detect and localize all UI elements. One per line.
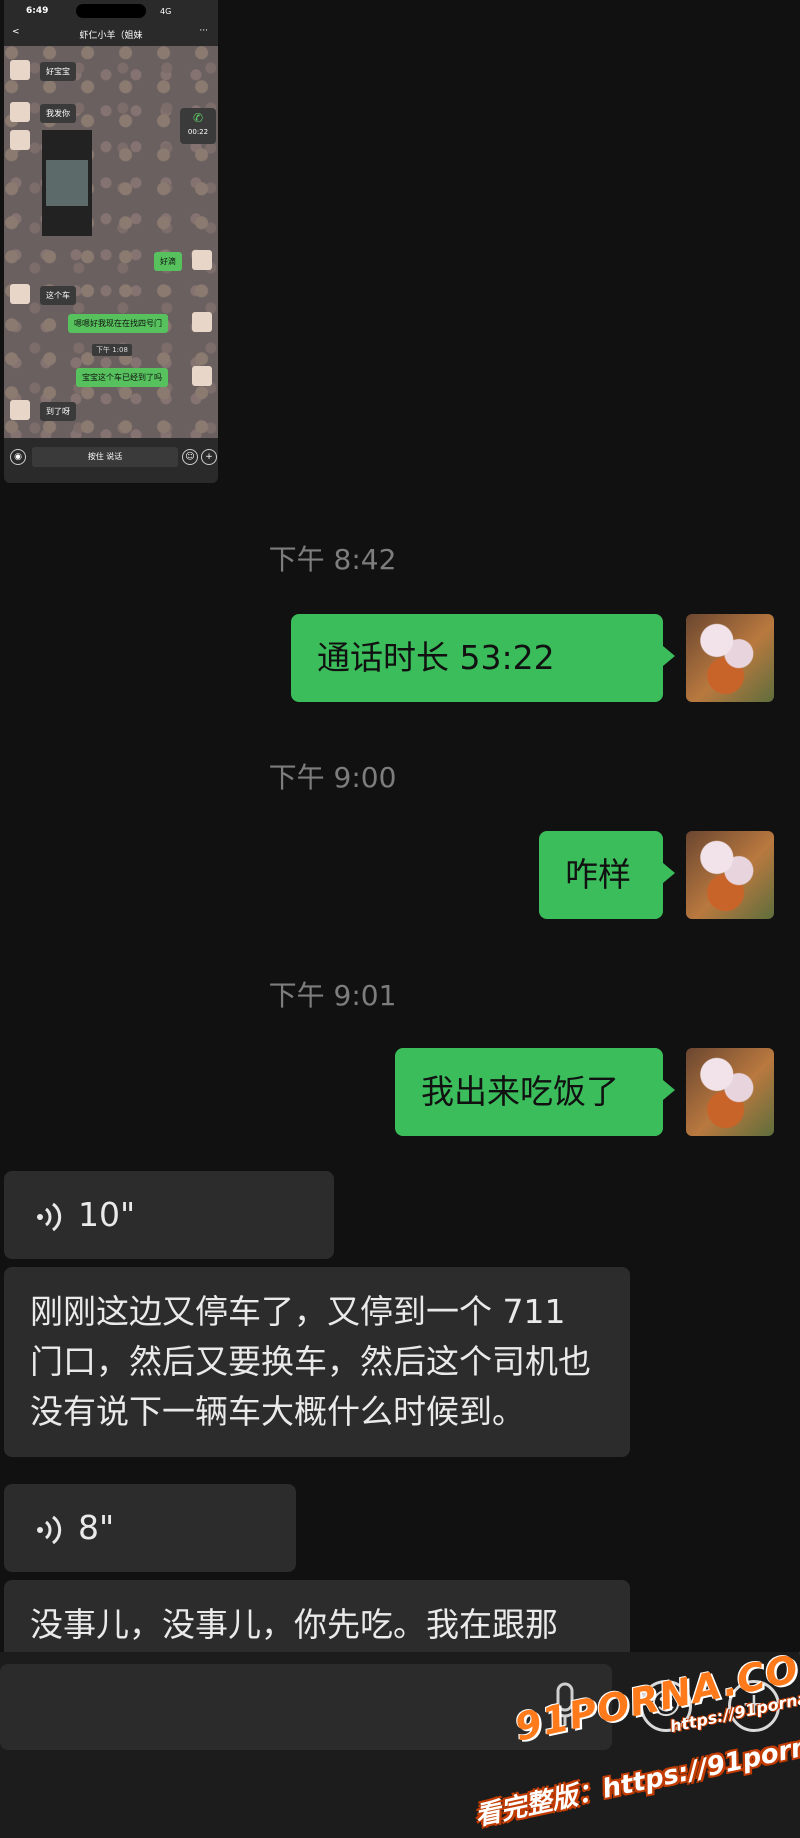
- avatar: [10, 60, 30, 80]
- user-avatar[interactable]: [686, 1048, 774, 1136]
- status-bar: 6:49 4G: [4, 0, 218, 22]
- voice-message[interactable]: 8": [4, 1484, 296, 1572]
- voice-message[interactable]: 10": [4, 1171, 334, 1259]
- received-message[interactable]: 刚刚这边又停车了，又停到一个 711 门口，然后又要换车，然后这个司机也没有说下…: [4, 1267, 630, 1457]
- signal-indicator: 4G: [160, 7, 172, 16]
- message-bubble: 好宝宝: [40, 62, 76, 81]
- message-bubble: 这个车: [40, 286, 76, 305]
- call-duration: 00:22: [187, 128, 209, 136]
- status-time: 6:49: [26, 6, 49, 16]
- voice-duration: 8": [78, 1508, 115, 1547]
- call-duration-label: 通话时长 53:22: [317, 638, 555, 677]
- message-bubble: 宝宝这个车已经到了吗: [76, 368, 168, 387]
- plus-icon[interactable]: +: [201, 449, 217, 465]
- voice-duration: 10": [78, 1195, 136, 1234]
- hold-to-talk-button[interactable]: 按住 说话: [32, 447, 178, 467]
- voice-wave-icon: [37, 1515, 62, 1544]
- chat-header: < 虾仁小羊（姐妹 ···: [4, 22, 218, 46]
- sent-message[interactable]: 我出来吃饭了: [395, 1048, 675, 1136]
- user-avatar[interactable]: [686, 831, 774, 919]
- dynamic-island: [76, 4, 146, 18]
- car-photo: [46, 160, 88, 206]
- avatar: [192, 366, 212, 386]
- sent-message[interactable]: 咋样: [539, 831, 675, 919]
- message-bubble: 好滴: [154, 252, 182, 271]
- avatar: [10, 130, 30, 150]
- photo-message[interactable]: [42, 130, 92, 236]
- message-bubble: 我发你: [40, 104, 76, 123]
- voice-mode-icon[interactable]: ◉: [10, 449, 26, 465]
- call-bubble: ✆ 00:22: [180, 108, 216, 144]
- user-avatar[interactable]: [686, 614, 774, 702]
- more-icon[interactable]: ···: [199, 26, 208, 36]
- embedded-input-bar: ◉ 按住 说话 ☺ +: [4, 438, 218, 483]
- message-timestamp: 下午 9:00: [268, 761, 397, 794]
- message-timestamp: 下午 8:42: [268, 543, 397, 576]
- avatar: [10, 284, 30, 304]
- embedded-chat-area: 好宝宝 我发你 ✆ 00:22 好滴 这个车 嗯嗯好我现在在找四号门 下午 1:0…: [4, 46, 218, 438]
- avatar: [10, 102, 30, 122]
- message-timestamp: 下午 9:01: [268, 979, 397, 1012]
- voice-wave-icon: [37, 1202, 62, 1231]
- chat-title: 虾仁小羊（姐妹: [79, 31, 143, 41]
- message-bubble: 到了呀: [40, 402, 76, 421]
- emoji-icon[interactable]: ☺: [182, 449, 198, 465]
- message-bubble: 嗯嗯好我现在在找四号门: [68, 314, 168, 333]
- message-timestamp: 下午 1:08: [92, 344, 132, 356]
- avatar: [10, 400, 30, 420]
- call-record-bubble[interactable]: 通话时长 53:22: [291, 614, 675, 756]
- embedded-screenshot[interactable]: 6:49 4G < 虾仁小羊（姐妹 ··· 好宝宝 我发你 ✆ 00:22 好滴 …: [4, 0, 218, 483]
- avatar: [192, 250, 212, 270]
- phone-hangup-icon: [347, 742, 389, 756]
- avatar: [192, 312, 212, 332]
